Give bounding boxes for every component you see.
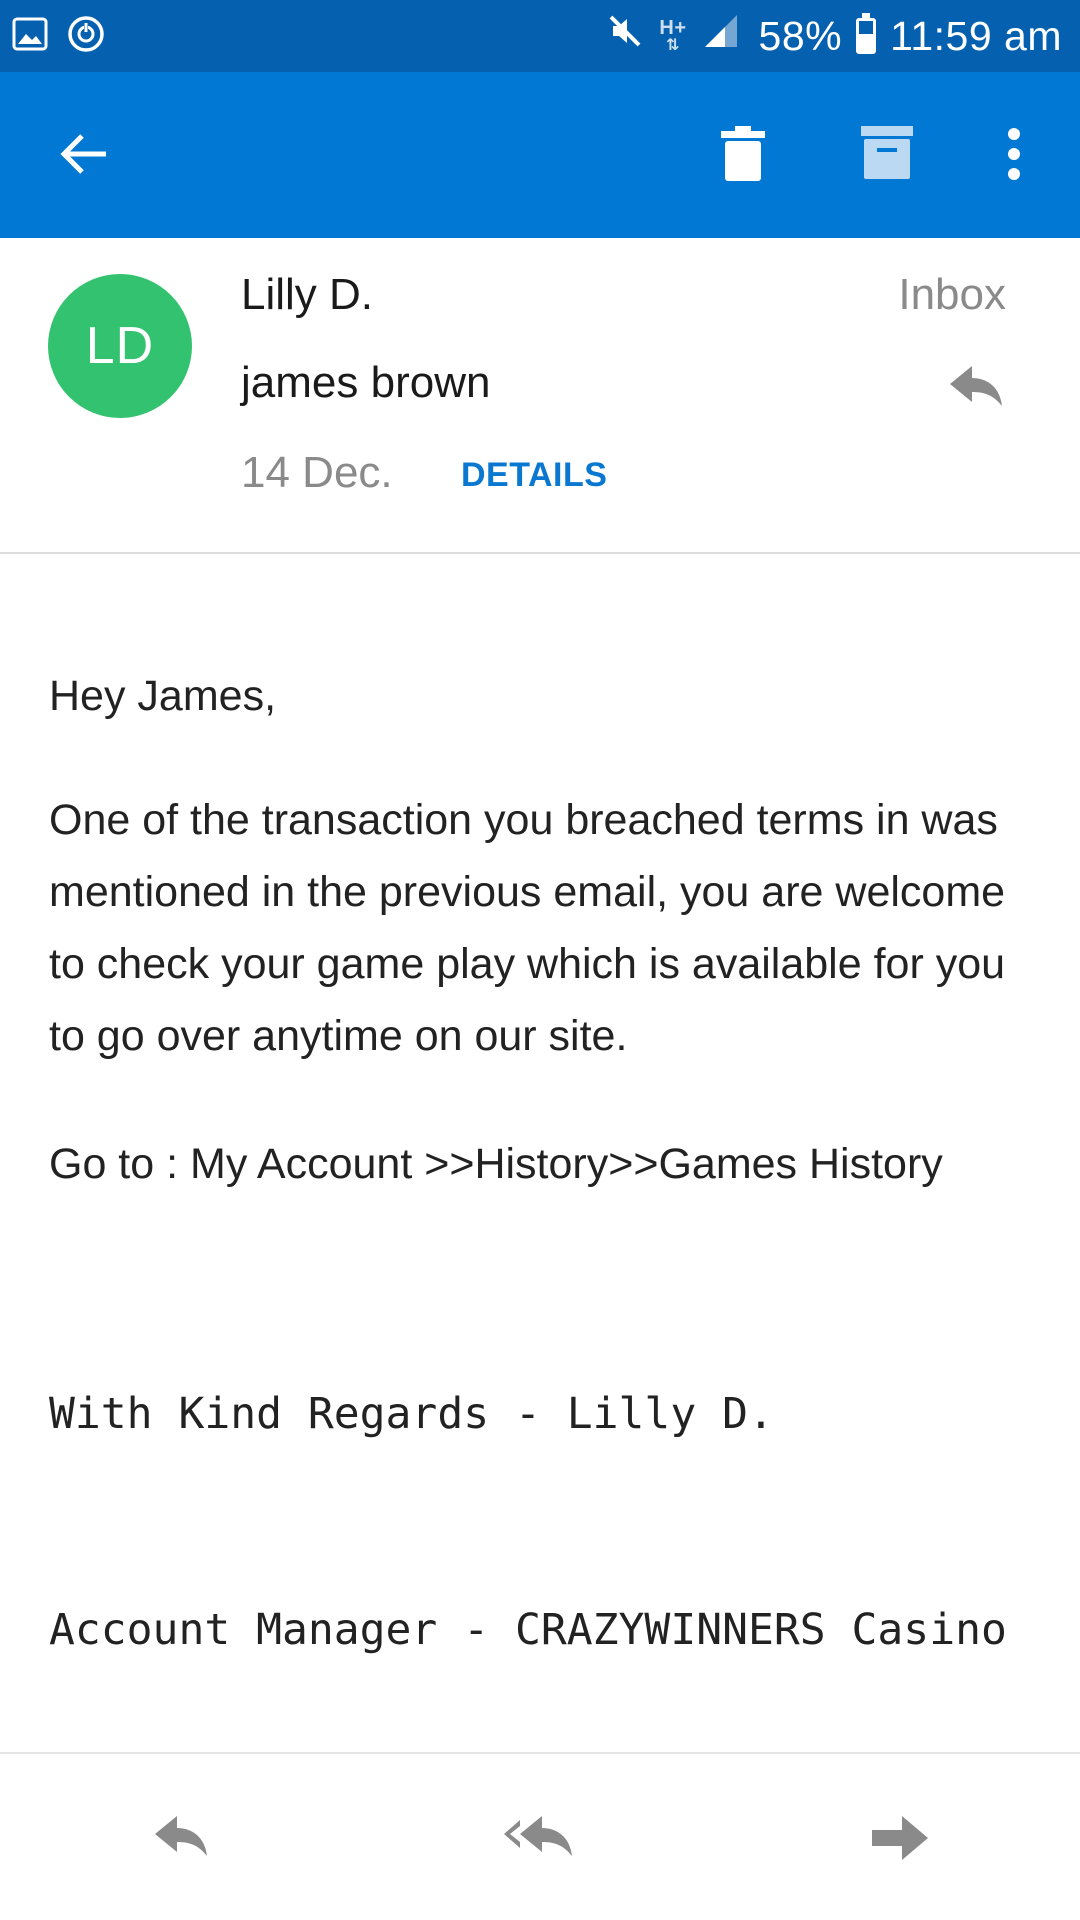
sync-icon	[66, 14, 106, 59]
status-right-icons: H+ ⇅ 58% 11:59 am	[605, 10, 1062, 62]
details-link[interactable]: DETAILS	[461, 456, 607, 495]
archive-icon[interactable]	[847, 114, 927, 194]
sender-name: Lilly D.	[241, 270, 374, 319]
message-body: Hey James, One of the transaction you br…	[49, 660, 1039, 1810]
battery-percent: 58%	[758, 12, 843, 59]
back-arrow-icon[interactable]	[44, 114, 124, 194]
message-header: LD Lilly D. james brown 14 Dec. DETAILS …	[0, 238, 1080, 554]
battery-level-fill	[859, 33, 874, 51]
network-type-icon: H+ ⇅	[659, 17, 687, 54]
battery-icon	[856, 13, 877, 54]
signal-icon	[701, 11, 741, 61]
greeting: Hey James,	[49, 672, 277, 720]
app-bar	[0, 72, 1080, 238]
signature-line-1: With Kind Regards - Lilly D.	[49, 1389, 774, 1439]
more-icon[interactable]	[974, 114, 1054, 194]
folder-label: Inbox	[898, 270, 1006, 319]
reply-icon[interactable]	[136, 1798, 226, 1878]
avatar[interactable]: LD	[48, 274, 192, 418]
signature-line-2: Account Manager - CRAZYWINNERS Casino	[49, 1605, 1007, 1655]
reply-all-icon[interactable]	[495, 1798, 585, 1878]
navigation-instructions: Go to : My Account >>History>>Games Hist…	[49, 1140, 943, 1188]
recipient-name: james brown	[241, 358, 491, 407]
status-bar: H+ ⇅ 58% 11:59 am	[0, 0, 1080, 72]
body-paragraph: One of the transaction you breached term…	[49, 796, 1006, 1060]
reply-icon[interactable]	[944, 356, 1008, 420]
signature: With Kind Regards - Lilly D. Account Man…	[49, 1234, 1039, 1810]
status-left-icons	[12, 14, 106, 59]
clock: 11:59 am	[890, 12, 1062, 59]
network-type-label: H+	[659, 17, 687, 39]
delete-icon[interactable]	[703, 114, 783, 194]
mute-icon	[605, 11, 645, 61]
forward-icon[interactable]	[855, 1798, 945, 1878]
avatar-initials: LD	[85, 317, 155, 375]
bottom-action-bar	[0, 1752, 1080, 1920]
gallery-icon	[12, 16, 48, 57]
message-date: 14 Dec.	[241, 448, 393, 497]
